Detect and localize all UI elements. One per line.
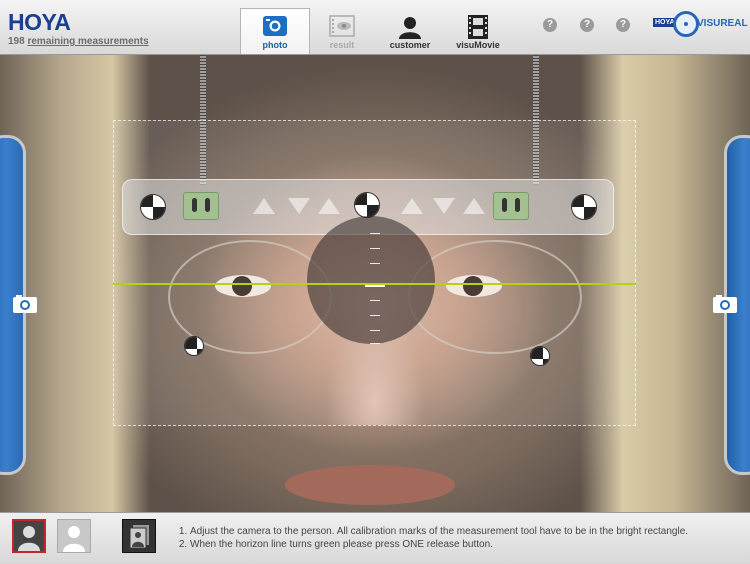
film-strip-icon [467, 15, 489, 41]
camera-icon [713, 295, 737, 318]
tool-triangle [463, 198, 485, 214]
release-button-right[interactable] [704, 135, 750, 475]
calibration-target-icon [571, 194, 597, 220]
calibration-target-icon [530, 346, 550, 366]
brand-visureal-label: VISUREAL [697, 18, 748, 29]
remaining-count: 198 [8, 36, 25, 47]
help-button-3[interactable]: ? [616, 18, 630, 32]
tool-triangle [288, 198, 310, 214]
hoya-logo: HOYA [8, 9, 71, 35]
tab-photo[interactable]: photo [240, 8, 310, 54]
camera-preview [0, 55, 750, 512]
top-toolbar: HOYA 198 remaining measurements photo re… [0, 0, 750, 55]
result-eye-icon [329, 15, 355, 39]
help-button-1[interactable]: ? [543, 18, 557, 32]
photo-gallery-button[interactable] [122, 519, 156, 553]
person-mode-button[interactable] [57, 519, 91, 553]
photo-stack-icon [123, 525, 155, 556]
camera-icon [13, 295, 37, 318]
help-button-2[interactable]: ? [580, 18, 594, 32]
calibration-target-icon [140, 194, 166, 220]
remaining-measurements-link[interactable]: remaining measurements [27, 36, 148, 47]
tool-triangle [401, 198, 423, 214]
instructions: Adjust the camera to the person. All cal… [176, 525, 688, 551]
camera-icon [262, 15, 288, 39]
release-button-left[interactable] [0, 135, 46, 475]
tool-triangle [253, 198, 275, 214]
tab-result-label: result [329, 40, 355, 50]
tab-customer[interactable]: customer [376, 9, 444, 54]
lips [285, 465, 455, 505]
tab-result[interactable]: result [308, 9, 376, 54]
customer-icon [397, 15, 423, 41]
tab-visumovie[interactable]: visuMovie [444, 9, 512, 54]
tool-triangle [433, 198, 455, 214]
calibration-target-icon [354, 192, 380, 218]
horizon-line [113, 283, 636, 285]
tool-pad-right [493, 192, 529, 220]
tool-pad-left [183, 192, 219, 220]
visureal-logo: HOYA VISUREAL [653, 11, 748, 37]
tab-visumovie-label: visuMovie [456, 40, 500, 50]
instruction-step-2: When the horizon line turns green please… [190, 538, 688, 551]
person-icon [58, 526, 90, 556]
bottom-toolbar: Adjust the camera to the person. All cal… [0, 512, 750, 564]
tab-photo-label: photo [262, 40, 288, 50]
calibration-target-icon [184, 336, 204, 356]
center-scale [365, 225, 385, 345]
tab-customer-label: customer [389, 40, 431, 50]
remaining-measurements: 198 remaining measurements [8, 36, 149, 47]
tool-triangle [318, 198, 340, 214]
instruction-step-1: Adjust the camera to the person. All cal… [190, 525, 688, 538]
person-icon [14, 526, 44, 555]
target-ring-icon [673, 11, 699, 37]
person-mode-button-selected[interactable] [12, 519, 46, 553]
